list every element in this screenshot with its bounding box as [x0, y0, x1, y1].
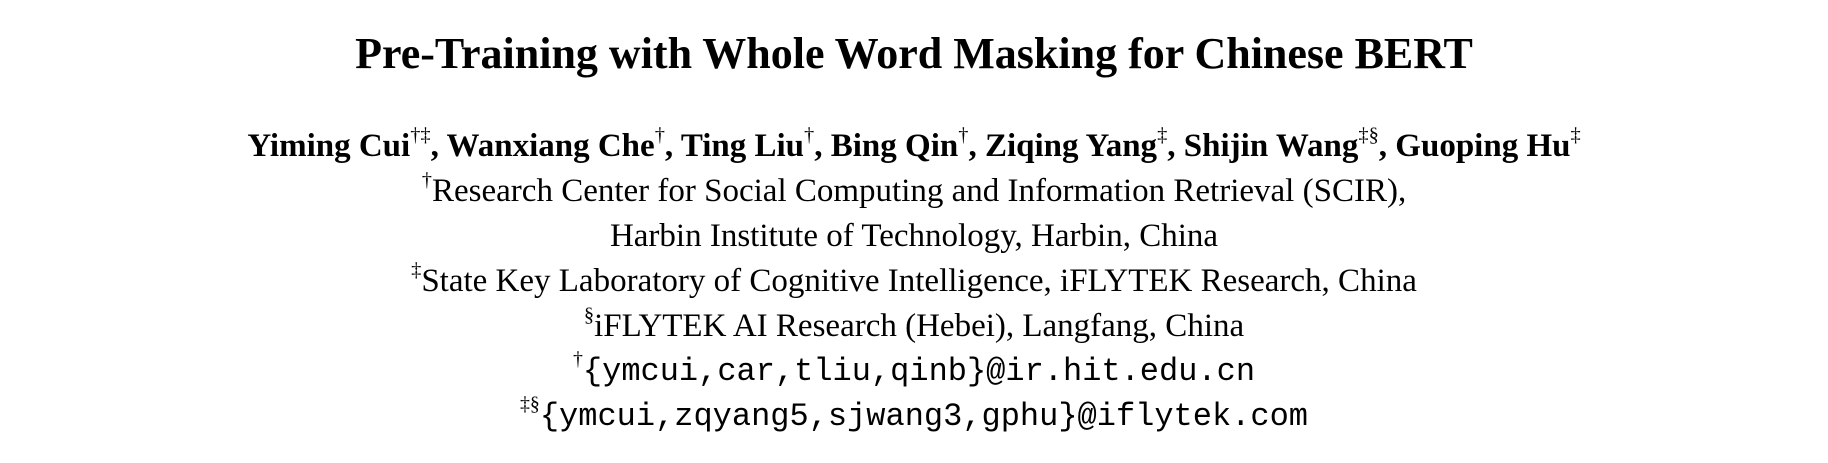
author-separator: , — [814, 128, 831, 164]
author-separator: , — [430, 128, 447, 164]
author-separator: , — [664, 128, 681, 164]
email-line-1: †{ymcui,car,tliu,qinb}@ir.hit.edu.cn — [0, 349, 1828, 392]
affiliation-text: Harbin Institute of Technology, Harbin, … — [609, 218, 1219, 254]
author-name: Shijin Wang — [1183, 128, 1359, 164]
affiliation-line-3: ‡State Key Laboratory of Cognitive Intel… — [0, 258, 1828, 301]
author-1: Yiming Cui†‡, — [247, 125, 447, 164]
affiliation-mark: § — [583, 303, 595, 326]
email-mark: † — [572, 348, 583, 371]
author-affiliation-marks: ‡§ — [1358, 123, 1379, 146]
email-address: {ymcui,car,tliu,qinb}@ir.hit.edu.cn — [582, 353, 1256, 390]
author-2: Wanxiang Che†, — [446, 125, 681, 164]
author-name: Bing Qin — [830, 128, 959, 164]
author-separator: , — [1378, 128, 1396, 164]
paper-title: Pre-Training with Whole Word Masking for… — [355, 29, 1473, 78]
author-separator: , — [1167, 128, 1184, 164]
author-affiliation-marks: ‡ — [1157, 123, 1168, 146]
author-3: Ting Liu†, — [680, 125, 831, 164]
email-address: {ymcui,zqyang5,sjwang3,gphu}@iflytek.com — [539, 398, 1308, 435]
author-affiliation-marks: †‡ — [410, 123, 431, 146]
author-name: Ziqing Yang — [984, 128, 1158, 164]
affiliation-mark: ‡ — [411, 258, 422, 281]
author-4: Bing Qin†, — [830, 125, 985, 164]
affiliation-mark: † — [421, 168, 433, 191]
author-5: Ziqing Yang‡, — [984, 125, 1184, 164]
author-name: Wanxiang Che — [446, 128, 655, 164]
author-name: Guoping Hu — [1395, 128, 1571, 164]
email-mark: ‡§ — [520, 393, 540, 416]
author-name: Yiming Cui — [247, 128, 411, 164]
author-name: Ting Liu — [680, 128, 805, 164]
author-7: Guoping Hu‡ — [1395, 125, 1580, 164]
author-affiliation-marks: † — [958, 123, 969, 146]
author-6: Shijin Wang‡§, — [1183, 125, 1396, 164]
affiliation-line-4: §iFLYTEK AI Research (Hebei), Langfang, … — [0, 303, 1828, 346]
author-list: Yiming Cui†‡, Wanxiang Che†, Ting Liu†, … — [0, 125, 1828, 166]
affiliation-line-2: Harbin Institute of Technology, Harbin, … — [0, 216, 1828, 256]
author-affiliation-marks: † — [654, 123, 665, 146]
affiliation-text: Research Center for Social Computing and… — [432, 173, 1407, 209]
author-separator: , — [968, 128, 985, 164]
author-affiliation-marks: ‡ — [1570, 123, 1581, 146]
affiliation-text: iFLYTEK AI Research (Hebei), Langfang, C… — [594, 308, 1245, 344]
affiliation-line-1: †Research Center for Social Computing an… — [0, 168, 1828, 211]
email-line-2: ‡§{ymcui,zqyang5,sjwang3,gphu}@iflytek.c… — [0, 394, 1828, 437]
affiliation-text: State Key Laboratory of Cognitive Intell… — [421, 263, 1417, 299]
author-affiliation-marks: † — [804, 123, 815, 146]
